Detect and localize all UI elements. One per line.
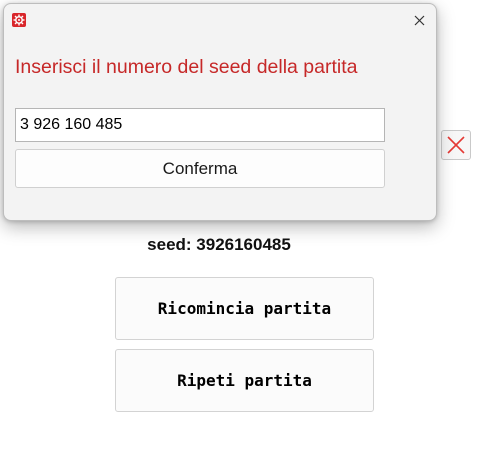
restart-game-button[interactable]: Ricomincia partita [115,277,374,340]
close-game-button[interactable] [441,130,471,160]
seed-dialog: Inserisci il numero del seed della parti… [3,3,437,221]
dialog-prompt: Inserisci il numero del seed della parti… [15,56,358,78]
dialog-close-button[interactable] [408,9,430,31]
confirm-button[interactable]: Conferma [15,149,385,188]
seed-label: seed: 3926160485 [147,235,291,254]
repeat-game-button[interactable]: Ripeti partita [115,349,374,412]
close-icon [414,15,424,25]
gear-icon [12,13,26,27]
seed-input[interactable] [15,108,385,142]
x-icon [447,136,465,154]
